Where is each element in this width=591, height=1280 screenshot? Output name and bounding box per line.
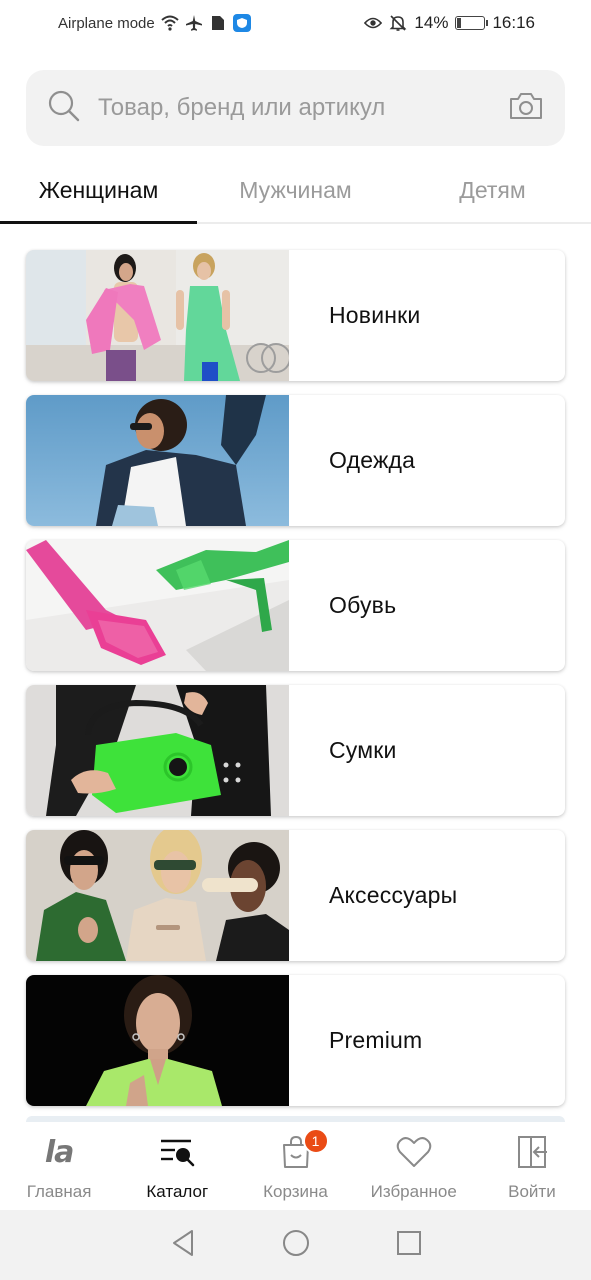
heart-icon: [396, 1132, 432, 1172]
status-bar: Airplane mode 14% 16:16: [0, 0, 591, 46]
battery-percent: 14%: [414, 13, 449, 32]
login-door-icon: [515, 1132, 549, 1172]
category-card-premium[interactable]: Premium: [26, 975, 565, 1106]
category-card-clothing[interactable]: Одежда: [26, 395, 565, 526]
nav-home[interactable]: la Главная: [0, 1122, 118, 1210]
wifi-icon: [161, 14, 179, 32]
accessories-photo: [26, 830, 289, 961]
nav-catalog[interactable]: Каталог: [118, 1122, 236, 1210]
category-label: Аксессуары: [329, 882, 458, 908]
nav-label: Войти: [508, 1182, 556, 1201]
category-card-accessories[interactable]: Аксессуары: [26, 830, 565, 961]
category-card-new[interactable]: Новинки: [26, 250, 565, 381]
category-card-shoes[interactable]: Обувь: [26, 540, 565, 671]
search-input[interactable]: [98, 94, 509, 122]
catalog-search-icon: [159, 1132, 195, 1172]
status-left: Airplane mode: [58, 14, 251, 32]
nav-cart[interactable]: 1 Корзина: [236, 1122, 354, 1210]
shoes-photo: [26, 540, 289, 671]
bottom-nav: la Главная Каталог 1 Корзина Избранное В…: [0, 1122, 591, 1210]
airplane-icon: [185, 14, 203, 32]
new-arrivals-photo: [26, 250, 289, 381]
search-bar[interactable]: [26, 70, 565, 146]
category-label: Сумки: [329, 737, 397, 763]
nav-label: Каталог: [146, 1182, 209, 1201]
tab-kids[interactable]: Детям: [394, 158, 591, 222]
tab-men[interactable]: Мужчинам: [197, 158, 394, 222]
battery-fill: [457, 18, 462, 28]
gender-tabs: Женщинам Мужчинам Детям: [0, 158, 591, 224]
nav-label: Избранное: [370, 1182, 457, 1201]
category-label: Новинки: [329, 302, 421, 328]
home-icon[interactable]: [282, 1229, 310, 1262]
shopping-bag-icon: 1: [281, 1128, 329, 1172]
sim-card-icon: [209, 14, 227, 32]
nav-favorites[interactable]: Избранное: [355, 1122, 473, 1210]
clock: 16:16: [492, 13, 535, 32]
bags-photo: [26, 685, 289, 816]
search-icon[interactable]: [48, 90, 80, 127]
shield-app-icon: [232, 14, 251, 32]
category-label: Premium: [329, 1027, 423, 1053]
clothing-photo: [26, 395, 289, 526]
category-card-bags[interactable]: Сумки: [26, 685, 565, 816]
category-list: Новинки Одежда Обувь Сумки Аксессуары Pr…: [26, 250, 565, 1120]
airplane-mode-label: Airplane mode: [58, 14, 155, 32]
camera-icon[interactable]: [509, 92, 543, 125]
eye-icon: [364, 14, 383, 32]
bell-muted-icon: [389, 14, 407, 32]
tab-women[interactable]: Женщинам: [0, 158, 197, 224]
nav-label: Корзина: [263, 1182, 328, 1201]
la-logo-icon: la: [44, 1134, 75, 1170]
nav-login[interactable]: Войти: [473, 1122, 591, 1210]
system-nav-bar: [0, 1210, 591, 1280]
category-label: Одежда: [329, 447, 416, 473]
status-right: 14% 16:16: [364, 13, 535, 33]
nav-label: Главная: [26, 1182, 92, 1201]
back-icon[interactable]: [170, 1229, 196, 1262]
premium-photo: [26, 975, 289, 1106]
battery-icon: [455, 16, 489, 30]
category-label: Обувь: [329, 592, 397, 618]
recents-icon[interactable]: [396, 1230, 422, 1261]
cart-count-badge: 1: [302, 1128, 329, 1154]
